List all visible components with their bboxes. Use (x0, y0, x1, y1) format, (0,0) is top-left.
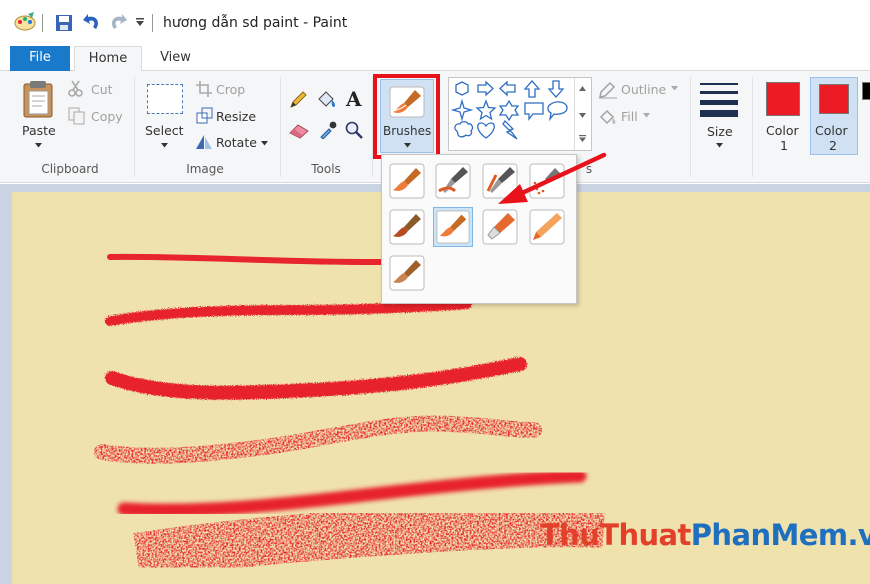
brushes-highlight-box (373, 74, 440, 159)
pencil-icon[interactable] (289, 91, 307, 109)
tab-file[interactable]: File (10, 46, 70, 71)
ribbon-tabs: File Home View (0, 46, 870, 72)
four-point-star-shape-icon (451, 98, 474, 122)
brush-option-oil-brush[interactable] (387, 207, 427, 247)
tab-view[interactable]: View (148, 46, 203, 71)
paste-button-label[interactable]: Paste (22, 123, 56, 138)
title-bar: hương dẫn sd paint - Paint (0, 0, 870, 46)
outline-button-label[interactable]: Outline (621, 82, 666, 97)
brush-option-natural-pencil[interactable] (527, 207, 567, 247)
crop-icon[interactable] (196, 81, 212, 97)
six-point-star-shape-icon (498, 99, 520, 122)
brush-stroke-2 (105, 299, 472, 326)
size-dropdown-arrow-icon[interactable] (716, 143, 723, 148)
cut-icon[interactable] (68, 80, 84, 97)
tab-home[interactable]: Home (74, 46, 142, 72)
rotate-button-label[interactable]: Rotate (216, 135, 257, 150)
magnifier-icon[interactable] (345, 121, 363, 139)
window-title: hương dẫn sd paint - Paint (163, 15, 348, 31)
shapes-group-label-tail: s (585, 162, 593, 176)
color1-number[interactable]: 1 (780, 138, 788, 153)
undo-icon[interactable] (82, 14, 102, 32)
down-arrow-shape-icon (547, 80, 565, 98)
select-rectangle-icon[interactable] (147, 84, 183, 114)
brush-option-calligraphy-1[interactable] (433, 161, 473, 201)
size-icon[interactable] (700, 81, 738, 117)
group-separator (134, 77, 135, 177)
outline-icon[interactable] (598, 81, 618, 99)
copy-icon[interactable] (68, 107, 86, 125)
text-tool-icon[interactable]: A (346, 87, 362, 111)
customize-quick-access-icon[interactable] (135, 17, 145, 27)
shapes-scroll-down-icon[interactable] (579, 113, 586, 118)
image-group-label: Image (186, 162, 224, 176)
five-point-star-shape-icon (475, 99, 497, 121)
watermark-part2: PhanMem (690, 518, 848, 552)
outline-dropdown-arrow-icon[interactable] (671, 86, 678, 91)
paste-icon[interactable] (22, 80, 54, 118)
lightning-shape-icon (502, 119, 518, 140)
shapes-gallery-icons (451, 80, 568, 140)
cut-button-label[interactable]: Cut (91, 82, 113, 97)
save-icon[interactable] (55, 14, 73, 32)
clipboard-group-label: Clipboard (41, 162, 99, 176)
shapes-scroll-up-icon[interactable] (579, 86, 586, 91)
cloud-callout-shape-icon (454, 121, 474, 138)
watermark-part1: ThuThuat (540, 518, 691, 552)
group-separator (752, 77, 753, 177)
oval-callout-shape-icon (547, 101, 568, 122)
select-dropdown-arrow-icon[interactable] (161, 143, 168, 148)
rotate-dropdown-arrow-icon[interactable] (261, 141, 268, 146)
color1-swatch[interactable] (766, 82, 800, 116)
heart-shape-icon (477, 122, 495, 139)
rect-callout-shape-icon (524, 102, 544, 121)
brush-option-crayon[interactable] (433, 207, 473, 247)
redo-icon[interactable] (108, 14, 128, 32)
watermark: ThuThuatPhanMem.vn (540, 518, 870, 552)
tools-group-label: Tools (311, 162, 341, 176)
brush-option-calligraphy-2[interactable] (480, 161, 520, 201)
resize-button-label[interactable]: Resize (216, 109, 256, 124)
crop-button-label[interactable]: Crop (216, 82, 245, 97)
brush-stroke-6 (133, 499, 606, 581)
color1-label[interactable]: Color (766, 123, 799, 138)
left-arrow-shape-icon (499, 80, 516, 97)
palette-black-swatch[interactable] (862, 82, 870, 100)
select-button-label[interactable]: Select (145, 123, 184, 138)
titlebar-separator (152, 14, 153, 32)
watermark-part3: .vn (847, 518, 870, 552)
brush-option-watercolor[interactable] (387, 253, 427, 293)
brush-stroke-4 (94, 415, 542, 464)
fill-bucket-icon[interactable] (315, 89, 337, 109)
color2-swatch[interactable] (819, 84, 849, 114)
brush-option-brush[interactable] (387, 161, 427, 201)
fill-icon[interactable] (598, 108, 618, 126)
brush-option-marker[interactable] (480, 207, 520, 247)
paste-dropdown-arrow-icon[interactable] (35, 143, 42, 148)
up-arrow-shape-icon (523, 80, 541, 98)
size-button-label[interactable]: Size (707, 124, 733, 139)
group-separator (280, 77, 281, 177)
resize-icon[interactable] (196, 107, 213, 124)
paint-app-icon[interactable] (14, 12, 36, 32)
rotate-icon[interactable] (195, 133, 213, 150)
color2-number[interactable]: 2 (829, 138, 837, 153)
group-separator (690, 77, 691, 177)
color2-label[interactable]: Color (815, 123, 848, 138)
color-picker-icon[interactable] (319, 121, 337, 139)
hexagon-shape-icon (455, 81, 469, 96)
fill-dropdown-arrow-icon[interactable] (643, 113, 650, 118)
brush-option-airbrush[interactable] (527, 161, 567, 201)
copy-button-label[interactable]: Copy (91, 109, 123, 124)
titlebar-separator (42, 14, 43, 32)
shapes-expand-icon[interactable] (579, 135, 586, 142)
brushes-dropdown (381, 154, 577, 304)
fill-button-label[interactable]: Fill (621, 109, 638, 124)
right-arrow-shape-icon (477, 80, 494, 97)
eraser-icon[interactable] (289, 123, 309, 139)
brush-stroke-3 (105, 357, 527, 400)
